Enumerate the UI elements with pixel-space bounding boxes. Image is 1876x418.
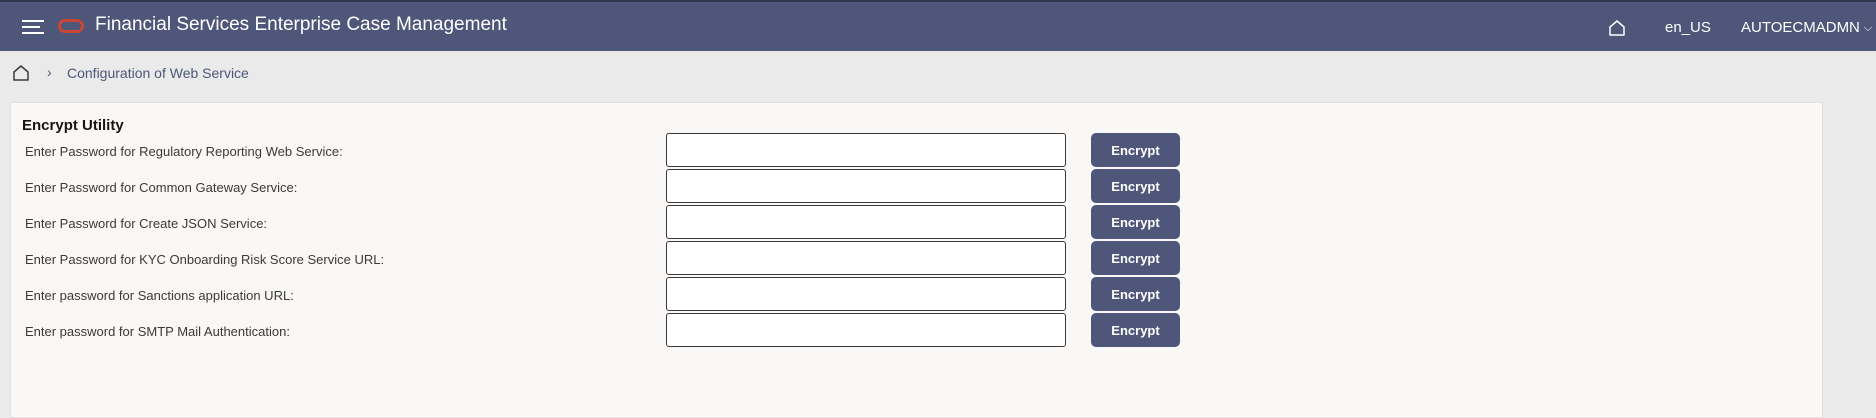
encrypt-button[interactable]: Encrypt — [1091, 313, 1180, 347]
form-row: Enter Password for Create JSON Service: … — [11, 205, 1822, 241]
encrypt-button[interactable]: Encrypt — [1091, 241, 1180, 275]
form-row: Enter Password for KYC Onboarding Risk S… — [11, 241, 1822, 277]
form-row: Enter Password for Regulatory Reporting … — [11, 133, 1822, 169]
form-row: Enter password for Sanctions application… — [11, 277, 1822, 313]
regulatory-reporting-password-input[interactable] — [666, 133, 1066, 167]
smtp-password-input[interactable] — [666, 313, 1066, 347]
breadcrumb-home-icon[interactable] — [11, 63, 31, 83]
create-json-password-input[interactable] — [666, 205, 1066, 239]
breadcrumb: › Configuration of Web Service — [0, 51, 1876, 95]
chevron-right-icon: › — [47, 64, 52, 80]
user-menu[interactable]: AUTOECMADMN ⌵ — [1741, 19, 1872, 36]
encrypt-button[interactable]: Encrypt — [1091, 277, 1180, 311]
encrypt-button[interactable]: Encrypt — [1091, 205, 1180, 239]
home-icon[interactable] — [1607, 18, 1627, 38]
hamburger-menu-icon[interactable] — [22, 20, 44, 34]
app-title: Financial Services Enterprise Case Manag… — [95, 14, 507, 35]
user-name: AUTOECMADMN — [1741, 19, 1860, 36]
field-label: Enter Password for KYC Onboarding Risk S… — [25, 252, 385, 267]
common-gateway-password-input[interactable] — [666, 169, 1066, 203]
sanctions-password-input[interactable] — [666, 277, 1066, 311]
form-row: Enter password for SMTP Mail Authenticat… — [11, 313, 1822, 349]
field-label: Enter Password for Common Gateway Servic… — [25, 180, 298, 195]
panel-title: Encrypt Utility — [22, 117, 124, 134]
encrypt-button[interactable]: Encrypt — [1091, 133, 1180, 167]
field-label: Enter password for Sanctions application… — [25, 288, 294, 303]
oracle-logo — [58, 19, 84, 33]
form-row: Enter Password for Common Gateway Servic… — [11, 169, 1822, 205]
locale-selector[interactable]: en_US — [1665, 19, 1711, 36]
field-label: Enter Password for Create JSON Service: — [25, 216, 268, 231]
kyc-onboarding-password-input[interactable] — [666, 241, 1066, 275]
chevron-down-icon: ⌵ — [1863, 22, 1873, 34]
field-label: Enter password for SMTP Mail Authenticat… — [25, 324, 290, 339]
encrypt-button[interactable]: Encrypt — [1091, 169, 1180, 203]
breadcrumb-current[interactable]: Configuration of Web Service — [67, 65, 249, 81]
encrypt-utility-panel: Encrypt Utility Enter Password for Regul… — [10, 102, 1823, 418]
field-label: Enter Password for Regulatory Reporting … — [25, 144, 343, 159]
top-header-bar: Financial Services Enterprise Case Manag… — [0, 0, 1876, 51]
